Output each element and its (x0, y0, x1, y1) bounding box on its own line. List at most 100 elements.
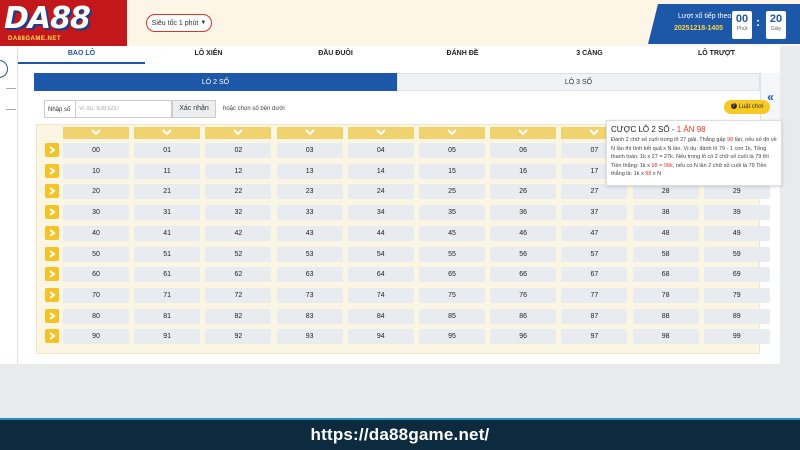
tab-dau-duoi[interactable]: ĐẦU ĐUÔI (272, 46, 399, 64)
number-cell[interactable]: 26 (490, 184, 557, 200)
number-cell[interactable]: 06 (490, 143, 557, 158)
number-cell[interactable]: 80 (63, 308, 129, 324)
tab-3-cang[interactable]: 3 CÀNG (526, 46, 653, 64)
number-cell[interactable]: 23 (276, 184, 343, 200)
number-cell[interactable]: 81 (134, 308, 201, 324)
row-select-button[interactable] (45, 184, 59, 199)
number-cell[interactable]: 35 (419, 205, 485, 221)
number-cell[interactable]: 05 (419, 143, 485, 158)
number-cell[interactable]: 16 (490, 163, 557, 179)
subtab-lo-3-so[interactable]: LÔ 3 SỐ (397, 73, 760, 91)
number-cell[interactable]: 47 (561, 225, 628, 241)
number-cell[interactable]: 14 (347, 163, 414, 179)
number-cell[interactable]: 75 (419, 287, 485, 303)
number-cell[interactable]: 24 (347, 184, 414, 200)
column-select-button[interactable] (63, 127, 129, 139)
number-cell[interactable]: 68 (632, 267, 699, 283)
column-select-button[interactable] (490, 127, 557, 139)
sidebar-toggle[interactable] (0, 60, 8, 78)
number-cell[interactable]: 98 (632, 329, 699, 345)
confirm-button[interactable]: Xác nhận (172, 100, 216, 118)
number-cell[interactable]: 32 (205, 205, 272, 221)
number-cell[interactable]: 74 (347, 287, 414, 303)
number-cell[interactable]: 77 (561, 287, 628, 303)
number-cell[interactable]: 03 (276, 143, 343, 158)
number-cell[interactable]: 89 (703, 308, 770, 324)
number-cell[interactable]: 76 (490, 287, 557, 303)
number-cell[interactable]: 33 (276, 205, 343, 221)
row-select-button[interactable] (45, 287, 59, 302)
number-cell[interactable]: 22 (205, 184, 272, 200)
number-cell[interactable]: 25 (419, 184, 485, 200)
number-cell[interactable]: 21 (134, 184, 201, 200)
row-select-button[interactable] (45, 308, 59, 323)
number-cell[interactable]: 61 (134, 267, 201, 283)
number-cell[interactable]: 72 (205, 287, 272, 303)
number-cell[interactable]: 36 (490, 205, 557, 221)
row-select-button[interactable] (45, 205, 59, 220)
row-select-button[interactable] (45, 163, 59, 178)
number-cell[interactable]: 93 (276, 329, 343, 345)
number-cell[interactable]: 58 (632, 246, 699, 262)
speed-select-button[interactable]: Siêu tốc 1 phút ▼ (146, 14, 212, 32)
number-cell[interactable]: 78 (632, 287, 699, 303)
subtab-lo-2-so[interactable]: LÔ 2 SỐ (34, 73, 397, 91)
number-cell[interactable]: 52 (205, 246, 272, 262)
number-cell[interactable]: 83 (276, 308, 343, 324)
row-select-button[interactable] (45, 246, 59, 261)
logo[interactable]: DA88 DA88GAME.NET (0, 0, 127, 46)
column-select-button[interactable] (134, 127, 201, 139)
number-cell[interactable]: 27 (561, 184, 628, 200)
number-cell[interactable]: 43 (276, 225, 343, 241)
number-cell[interactable]: 44 (347, 225, 414, 241)
column-select-button[interactable] (347, 127, 414, 139)
row-select-button[interactable] (45, 143, 59, 157)
number-cell[interactable]: 92 (205, 329, 272, 345)
number-cell[interactable]: 02 (205, 143, 272, 158)
number-cell[interactable]: 41 (134, 225, 201, 241)
number-cell[interactable]: 37 (561, 205, 628, 221)
number-cell[interactable]: 59 (703, 246, 770, 262)
number-cell[interactable]: 71 (134, 287, 201, 303)
number-cell[interactable]: 95 (419, 329, 485, 345)
number-cell[interactable]: 31 (134, 205, 201, 221)
rules-button[interactable]: ? Luật chơi (724, 100, 770, 114)
number-cell[interactable]: 29 (703, 184, 770, 200)
number-cell[interactable]: 40 (63, 225, 129, 241)
number-cell[interactable]: 70 (63, 287, 129, 303)
number-cell[interactable]: 73 (276, 287, 343, 303)
row-select-button[interactable] (45, 267, 59, 282)
number-cell[interactable]: 55 (419, 246, 485, 262)
number-cell[interactable]: 54 (347, 246, 414, 262)
number-cell[interactable]: 38 (632, 205, 699, 221)
number-cell[interactable]: 62 (205, 267, 272, 283)
number-cell[interactable]: 63 (276, 267, 343, 283)
row-select-button[interactable] (45, 225, 59, 240)
number-cell[interactable]: 48 (632, 225, 699, 241)
number-cell[interactable]: 13 (276, 163, 343, 179)
collapse-panel-button[interactable]: « (760, 73, 780, 125)
number-cell[interactable]: 96 (490, 329, 557, 345)
row-select-button[interactable] (45, 329, 59, 344)
number-cell[interactable]: 91 (134, 329, 201, 345)
tab-danh-de[interactable]: ĐÁNH ĐỀ (399, 46, 526, 64)
number-cell[interactable]: 86 (490, 308, 557, 324)
number-cell[interactable]: 50 (63, 246, 129, 262)
number-cell[interactable]: 42 (205, 225, 272, 241)
tab-lo-truot[interactable]: LÔ TRƯỢT (653, 46, 780, 64)
number-cell[interactable]: 15 (419, 163, 485, 179)
number-input[interactable] (75, 100, 172, 118)
number-cell[interactable]: 30 (63, 205, 129, 221)
number-cell[interactable]: 49 (703, 225, 770, 241)
tab-lo-xien[interactable]: LÔ XIÊN (145, 46, 272, 64)
number-cell[interactable]: 67 (561, 267, 628, 283)
column-select-button[interactable] (276, 127, 343, 139)
number-cell[interactable]: 39 (703, 205, 770, 221)
column-select-button[interactable] (419, 127, 485, 139)
number-cell[interactable]: 04 (347, 143, 414, 158)
number-cell[interactable]: 00 (63, 143, 129, 158)
number-cell[interactable]: 82 (205, 308, 272, 324)
number-cell[interactable]: 64 (347, 267, 414, 283)
number-cell[interactable]: 88 (632, 308, 699, 324)
number-cell[interactable]: 34 (347, 205, 414, 221)
